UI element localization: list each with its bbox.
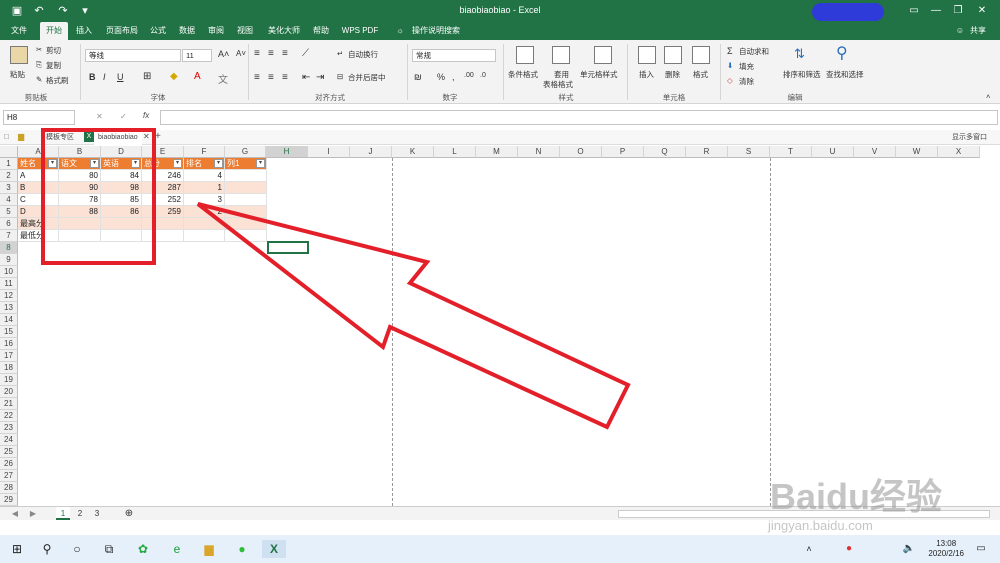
excel-taskbar-icon[interactable]: X (262, 540, 286, 558)
baidu-watermark: Baidu经验 (770, 476, 943, 517)
highlight-box (41, 128, 156, 265)
wechat-icon[interactable]: ● (233, 540, 251, 558)
sheet-tab-3[interactable]: 3 (90, 507, 104, 520)
add-sheet-icon[interactable]: ⊕ (122, 507, 136, 520)
volume-icon[interactable]: 🔈 (900, 540, 918, 558)
watermark-url: jingyan.baidu.com (768, 518, 873, 533)
tray-app-icon[interactable]: ● (840, 540, 858, 558)
clock-date: 2020/2/16 (928, 549, 964, 558)
clock[interactable]: 13:08 2020/2/16 (928, 539, 964, 559)
next-sheet-icon[interactable]: ▶ (28, 507, 38, 520)
search-icon[interactable]: ⚲ (38, 540, 56, 558)
ie-browser-icon[interactable]: e (168, 540, 186, 558)
prev-sheet-icon[interactable]: ◀ (10, 507, 20, 520)
taskbar: ⊞ ⚲ ○ ⧉ ✿ e ▆ ● X ˄ ● 🔈 13:08 2020/2/16 … (0, 535, 1000, 563)
sheet-tab-1[interactable]: 1 (56, 507, 70, 520)
file-explorer-icon[interactable]: ▆ (200, 540, 218, 558)
windows-start-icon[interactable]: ⊞ (8, 540, 26, 558)
notification-icon[interactable]: ▭ (972, 540, 990, 558)
clock-time: 13:08 (936, 539, 957, 548)
cortana-icon[interactable]: ○ (68, 540, 86, 558)
sheet-tab-2[interactable]: 2 (73, 507, 87, 520)
tray-chevron-icon[interactable]: ˄ (800, 540, 818, 558)
task-view-icon[interactable]: ⧉ (100, 540, 118, 558)
arrow-annotation (196, 202, 631, 430)
app-icon[interactable]: ✿ (134, 540, 152, 558)
